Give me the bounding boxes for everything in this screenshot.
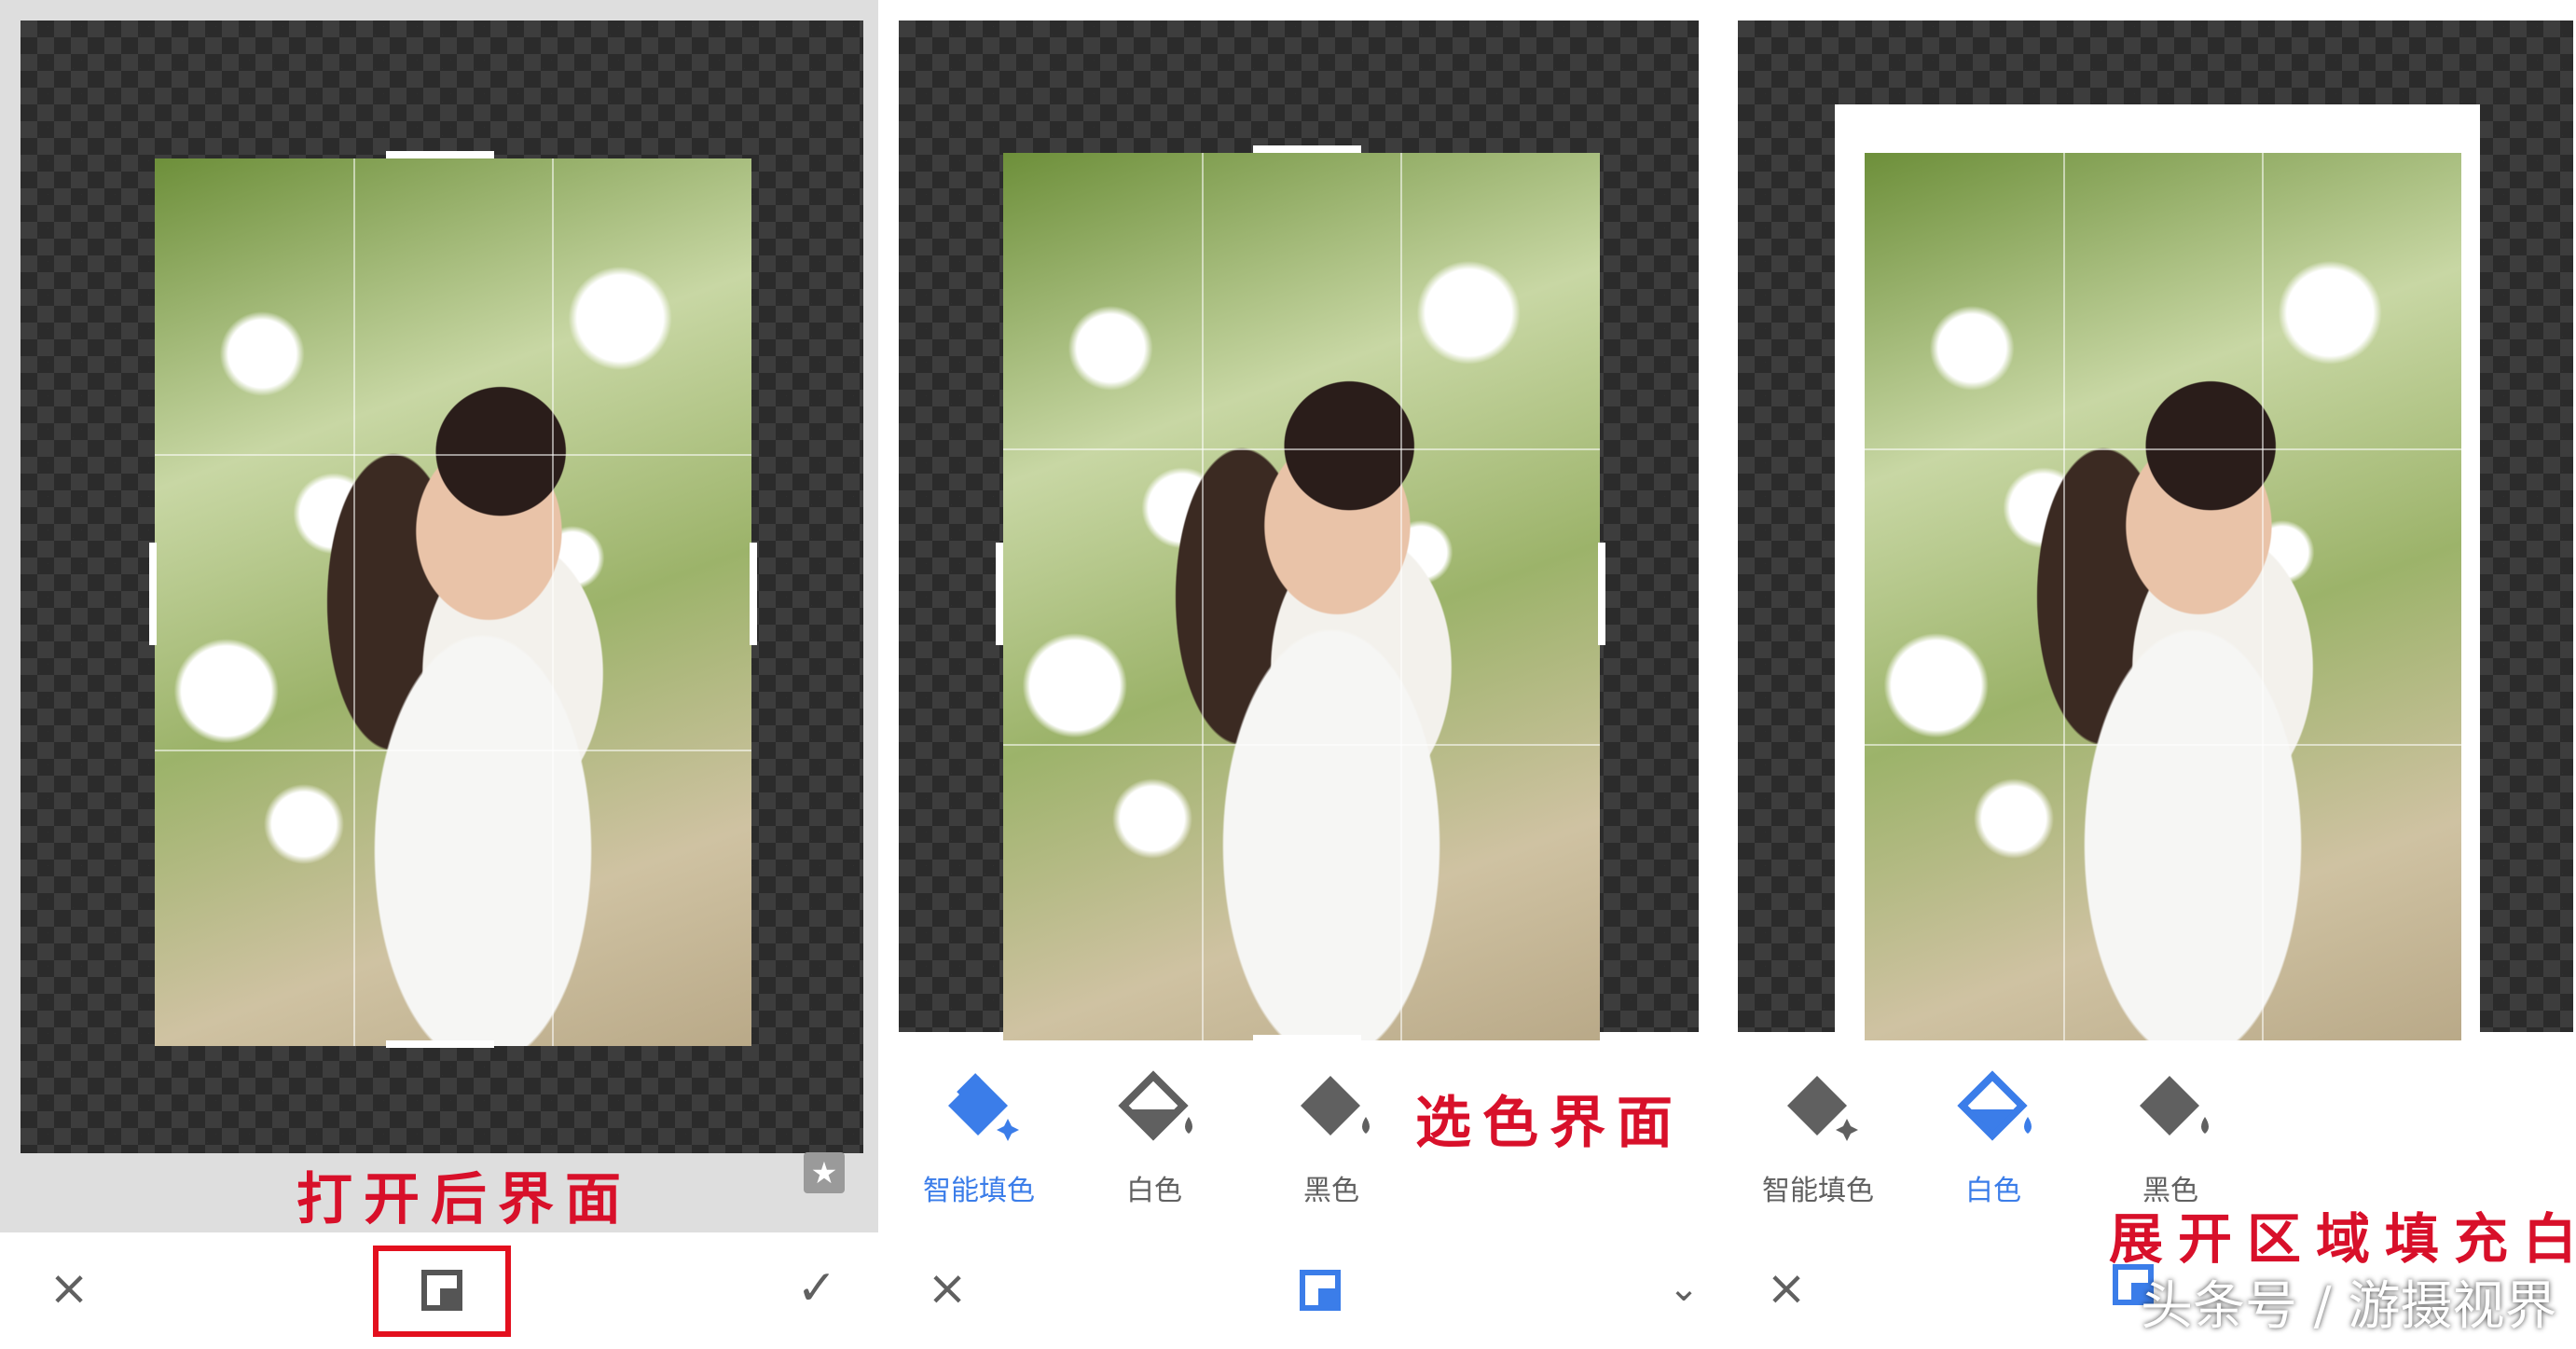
smart-fill-option[interactable]: 智能填色: [895, 1061, 1063, 1208]
grid-line: [2063, 153, 2066, 1040]
grid-line: [353, 158, 356, 1046]
crop-handle-bottom[interactable]: [1253, 1035, 1361, 1042]
crop-handle-right[interactable]: [750, 543, 757, 645]
confirm-button[interactable]: ✓: [789, 1260, 845, 1316]
smart-fill-option[interactable]: 智能填色: [1734, 1061, 1902, 1208]
cancel-button[interactable]: ×: [919, 1260, 975, 1316]
bottom-toolbar: × ⌄: [878, 1232, 1717, 1349]
grid-line: [1202, 153, 1205, 1040]
smart-fill-bucket-icon: [1787, 1076, 1858, 1141]
expand-icon-inner: [440, 1288, 457, 1305]
panel-expand-white: 智能填色 白色 黑色 展开区域填充白 × 头条号 / 游摄视界: [1717, 0, 2576, 1349]
grid-line: [552, 158, 555, 1046]
watermark-text: 头条号 / 游摄视界: [2141, 1276, 2557, 1337]
black-fill-option[interactable]: 黑色: [2087, 1061, 2254, 1208]
grid-line: [155, 750, 751, 752]
crop-handle-left[interactable]: [149, 543, 157, 645]
white-fill-option[interactable]: 白色: [1070, 1061, 1238, 1208]
crop-handle-top[interactable]: [386, 151, 494, 158]
crop-handle-bottom[interactable]: [386, 1040, 494, 1048]
black-fill-bucket-icon: [2140, 1076, 2209, 1136]
grid-line: [1865, 448, 2461, 451]
black-fill-bucket-icon: [1301, 1076, 1370, 1136]
grid-line: [1865, 744, 2461, 747]
expand-icon[interactable]: [1300, 1270, 1341, 1311]
editor-canvas: [1738, 21, 2573, 1055]
crop-handle-right[interactable]: [1598, 543, 1605, 645]
black-fill-option[interactable]: 黑色: [1247, 1061, 1415, 1208]
grid-line: [1003, 448, 1600, 451]
cancel-button[interactable]: ×: [1758, 1260, 1814, 1316]
white-fill-option[interactable]: 白色: [1909, 1061, 2077, 1208]
option-label: 白色: [1126, 1175, 1182, 1207]
option-label: 智能填色: [923, 1175, 1035, 1207]
chevron-down-icon[interactable]: ⌄: [1656, 1260, 1712, 1316]
expand-icon-inner: [1318, 1288, 1335, 1305]
grid-line: [1003, 744, 1600, 747]
white-fill-bucket-icon: [1118, 1070, 1192, 1141]
crop-handle-left[interactable]: [996, 543, 1003, 645]
cancel-button[interactable]: ×: [41, 1260, 97, 1316]
photo-preview: [1003, 153, 1600, 1040]
panel-opened: ★ 打开后界面 × ✓: [0, 0, 878, 1349]
option-label: 白色: [1965, 1175, 2021, 1207]
grid-line: [1400, 153, 1403, 1040]
option-label: 智能填色: [1762, 1175, 1874, 1207]
white-fill-bucket-icon: [1957, 1070, 2032, 1141]
photo-preview: [1865, 153, 2461, 1040]
bottom-toolbar: × ✓: [0, 1232, 878, 1349]
crop-handle-top[interactable]: [1253, 145, 1361, 153]
annotation-text: 选色界面: [1415, 1091, 1684, 1156]
annotation-text: 打开后界面: [296, 1167, 632, 1232]
smart-fill-bucket-icon: [948, 1073, 1019, 1141]
expand-icon[interactable]: [421, 1270, 462, 1311]
photo-preview: [155, 158, 751, 1046]
editor-canvas: [899, 21, 1699, 1042]
grid-line: [2262, 153, 2265, 1040]
grid-line: [155, 454, 751, 457]
panel-color-select: 智能填色 白色 黑色 选色界面 × ⌄: [878, 0, 1717, 1349]
star-icon[interactable]: ★: [804, 1152, 845, 1193]
option-label: 黑色: [1303, 1175, 1359, 1207]
editor-canvas: [21, 21, 863, 1153]
